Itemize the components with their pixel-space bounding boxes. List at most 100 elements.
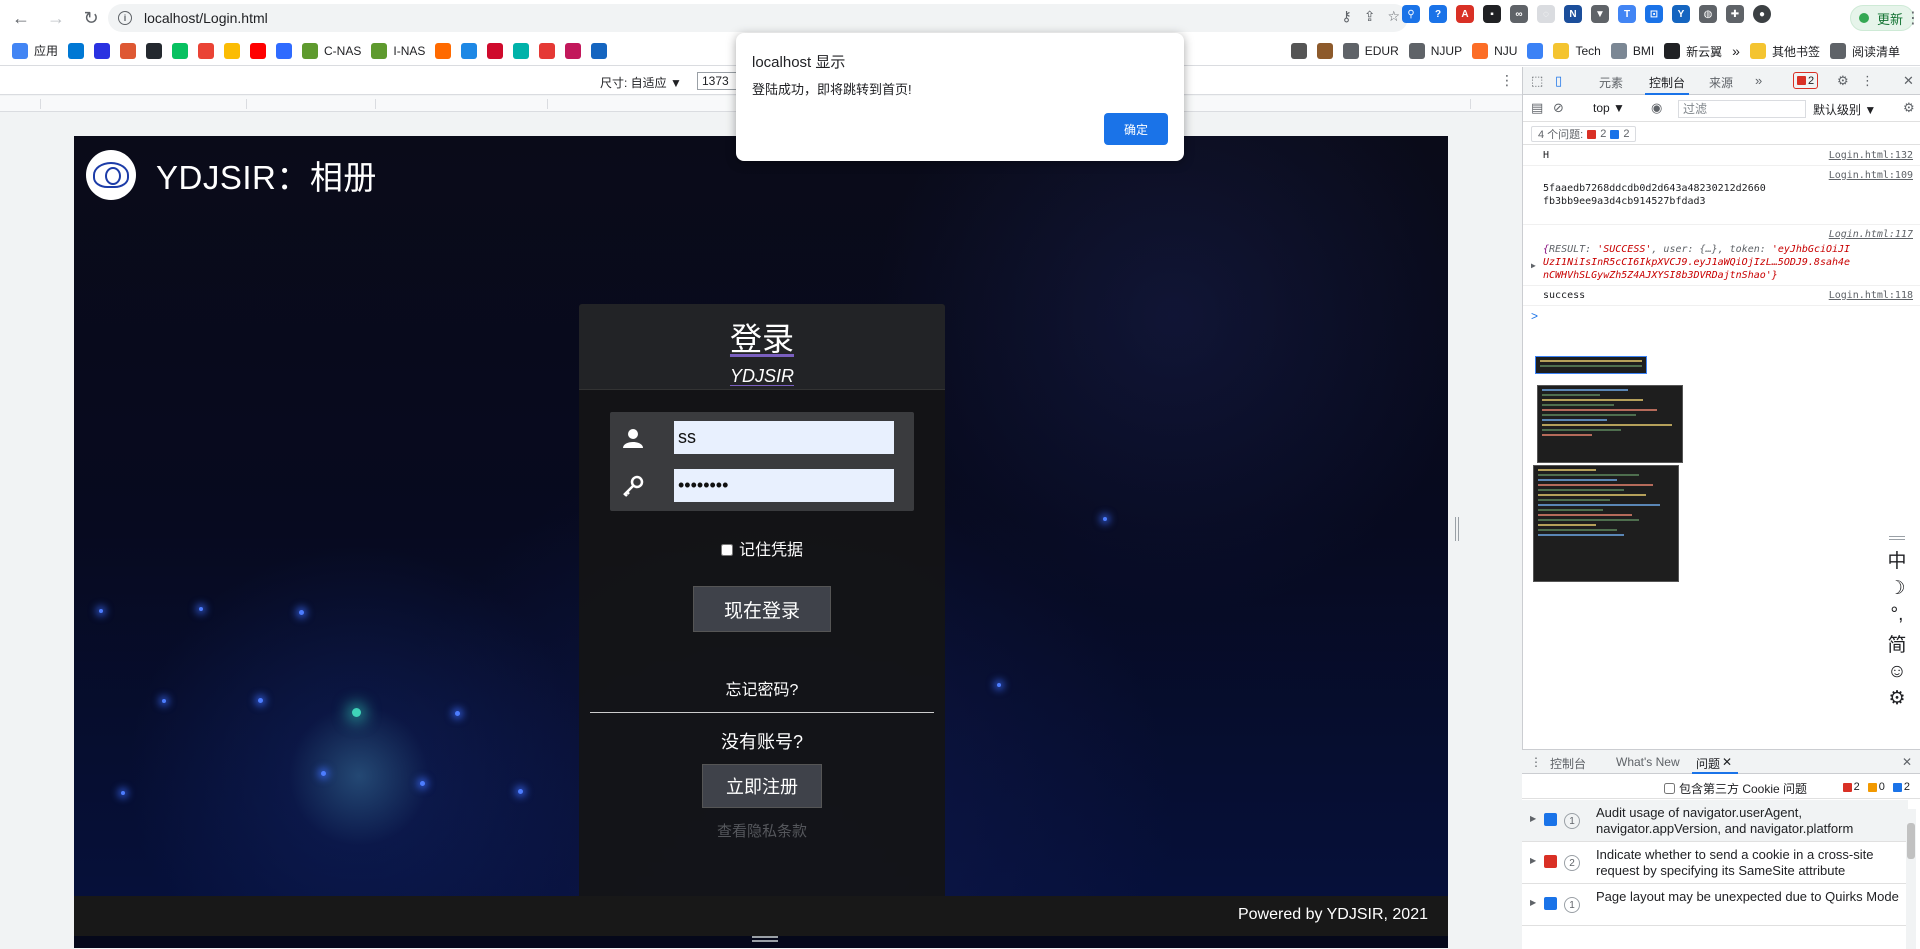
filter-extension-icon[interactable]: ▼ [1591, 5, 1609, 23]
left-bookmark[interactable] [487, 42, 504, 59]
console-settings-icon[interactable]: ⚙ [1903, 100, 1915, 116]
dimensions-dropdown[interactable]: 尺寸: 自适应 ▼ [600, 74, 682, 91]
left-bookmark[interactable] [198, 42, 215, 59]
right-bookmark[interactable] [1316, 43, 1333, 59]
issue-row[interactable]: ▶ 1 Audit usage of navigator.userAgent, … [1522, 800, 1908, 842]
tab-console[interactable]: 控制台 [1644, 74, 1690, 95]
left-bookmark[interactable] [172, 42, 189, 59]
log-levels-dropdown[interactable]: 默认级别 ▼ [1813, 101, 1876, 118]
left-bookmark[interactable] [513, 42, 530, 59]
eye-icon[interactable]: ◉ [1651, 100, 1662, 116]
console-filter-input[interactable]: 过滤 [1678, 100, 1806, 118]
inspect-icon[interactable]: ⬚ [1531, 73, 1543, 89]
bottom-resize-handle[interactable] [752, 936, 778, 942]
right-bookmark[interactable]: EDUR [1342, 43, 1399, 59]
left-bookmark[interactable] [68, 42, 85, 59]
key-icon[interactable]: ⚷ [1341, 8, 1351, 25]
device-more-icon[interactable]: ⋮ [1500, 72, 1514, 89]
cookie-checkbox[interactable] [1664, 783, 1675, 794]
expand-triangle-icon[interactable]: ▶ [1530, 814, 1536, 823]
sidebar-toggle-icon[interactable]: ▤ [1531, 100, 1543, 116]
star-icon[interactable]: ☆ [1387, 8, 1400, 25]
close-tab-icon[interactable]: ✕ [1722, 755, 1732, 769]
translate-extension-icon[interactable]: T [1618, 5, 1636, 23]
left-bookmark[interactable] [94, 42, 111, 59]
console-prompt[interactable]: > [1523, 306, 1920, 326]
left-bookmark[interactable] [435, 42, 452, 59]
settings-icon[interactable]: ⚙ [1837, 73, 1849, 89]
context-selector[interactable]: top ▼ [1593, 101, 1625, 115]
ime-settings-icon[interactable]: ⚙ [1888, 687, 1905, 710]
url-text[interactable]: localhost/Login.html [144, 10, 268, 26]
glasses-extension-icon[interactable]: ∞ [1510, 5, 1528, 23]
drawer-tab-issues[interactable]: 问题 [1691, 755, 1739, 774]
left-bookmark[interactable] [565, 42, 582, 59]
issue-row[interactable]: ▶ 2 Indicate whether to send a cookie in… [1522, 842, 1908, 884]
ime-simplified-icon[interactable]: 简 [1887, 630, 1906, 657]
password-input[interactable] [674, 469, 894, 502]
right-bookmark[interactable]: NJUP [1408, 43, 1462, 59]
right-bookmark[interactable]: 新云翼 [1664, 43, 1722, 60]
left-bookmark[interactable] [539, 42, 556, 59]
width-input[interactable]: 1373 [697, 72, 741, 90]
reading-list[interactable]: 阅读清单 [1829, 43, 1900, 60]
adblock-extension-icon[interactable]: A [1456, 5, 1474, 23]
forward-icon[interactable]: → [42, 4, 70, 32]
privacy-link[interactable]: 查看隐私条款 [579, 820, 945, 841]
register-button[interactable]: 立即注册 [702, 764, 822, 808]
ime-emoji-icon[interactable]: ☺ [1887, 661, 1906, 683]
expand-triangle-icon[interactable]: ▶ [1530, 898, 1536, 907]
site-info-icon[interactable]: i [118, 11, 132, 25]
remember-checkbox[interactable] [720, 544, 733, 556]
other-bookmarks[interactable]: 其他书签 [1749, 43, 1820, 60]
left-bookmark[interactable] [250, 42, 267, 59]
left-bookmark[interactable]: C-NAS [302, 42, 361, 59]
notes-extension-icon[interactable]: N [1564, 5, 1582, 23]
ime-moon-icon[interactable]: ☽ [1888, 577, 1905, 600]
console-source-link[interactable]: Login.html:132 [1829, 149, 1913, 162]
right-bookmark[interactable]: Tech [1553, 43, 1601, 59]
right-bookmark[interactable] [1290, 43, 1307, 59]
ghost-extension-icon[interactable]: ◌ [1537, 5, 1555, 23]
profile-avatar[interactable]: ● [1753, 5, 1771, 23]
left-bookmark[interactable] [276, 42, 293, 59]
capture-extension-icon[interactable]: ⊡ [1645, 5, 1663, 23]
username-input[interactable] [674, 421, 894, 454]
drawer-tab-whats-new[interactable]: What's New [1616, 755, 1680, 769]
close-drawer-icon[interactable]: ✕ [1902, 755, 1912, 769]
puzzle-icon[interactable]: ✚ [1726, 5, 1744, 23]
scrollbar-thumb[interactable] [1907, 823, 1915, 859]
forgot-password-link[interactable]: 忘记密码? [579, 676, 945, 700]
expand-triangle-icon[interactable]: ▶ [1531, 259, 1536, 272]
device-toggle-icon[interactable]: ▯ [1555, 73, 1562, 89]
console-object-line[interactable]: Login.html:117 ▶ {RESULT: 'SUCCESS', use… [1523, 225, 1920, 286]
alert-ok-button[interactable]: 确定 [1104, 113, 1168, 145]
share-icon[interactable]: ⇪ [1364, 8, 1376, 25]
error-badge[interactable]: 2 [1793, 72, 1819, 89]
left-bookmark[interactable]: I-NAS [371, 42, 425, 59]
left-bookmark[interactable] [146, 42, 163, 59]
drawer-tab-console[interactable]: 控制台 [1550, 755, 1586, 772]
globe-extension-icon[interactable]: ◍ [1699, 5, 1717, 23]
search-extension-icon[interactable]: ⚲ [1402, 5, 1420, 23]
site-logo[interactable] [86, 150, 136, 200]
console-source-link[interactable]: Login.html:118 [1829, 289, 1913, 302]
help-extension-icon[interactable]: ? [1429, 5, 1447, 23]
expand-triangle-icon[interactable]: ▶ [1530, 856, 1536, 865]
left-bookmark[interactable]: 应用 [12, 42, 58, 59]
remember-me[interactable]: 记住凭据 [579, 536, 945, 560]
left-bookmark[interactable] [591, 42, 608, 59]
more-bookmarks-icon[interactable]: » [1732, 43, 1740, 59]
devtools-menu-icon[interactable]: ⋮ [1861, 73, 1874, 89]
ime-punctuation-icon[interactable]: °, [1891, 604, 1904, 626]
side-resize-handle[interactable] [1455, 517, 1459, 541]
left-bookmark[interactable] [224, 42, 241, 59]
clear-console-icon[interactable]: ⊘ [1553, 100, 1564, 116]
right-bookmark[interactable]: NJU [1472, 43, 1517, 59]
drawer-menu-icon[interactable]: ⋮ [1530, 755, 1542, 769]
drawer-scrollbar[interactable] [1906, 809, 1916, 949]
y-extension-icon[interactable]: Y [1672, 5, 1690, 23]
address-bar[interactable]: i localhost/Login.html ⚷ ⇪ ☆ [108, 4, 1408, 32]
issue-row[interactable]: ▶ 1 Page layout may be unexpected due to… [1522, 884, 1908, 926]
issues-pill[interactable]: 4 个问题: 2 2 [1531, 126, 1637, 142]
